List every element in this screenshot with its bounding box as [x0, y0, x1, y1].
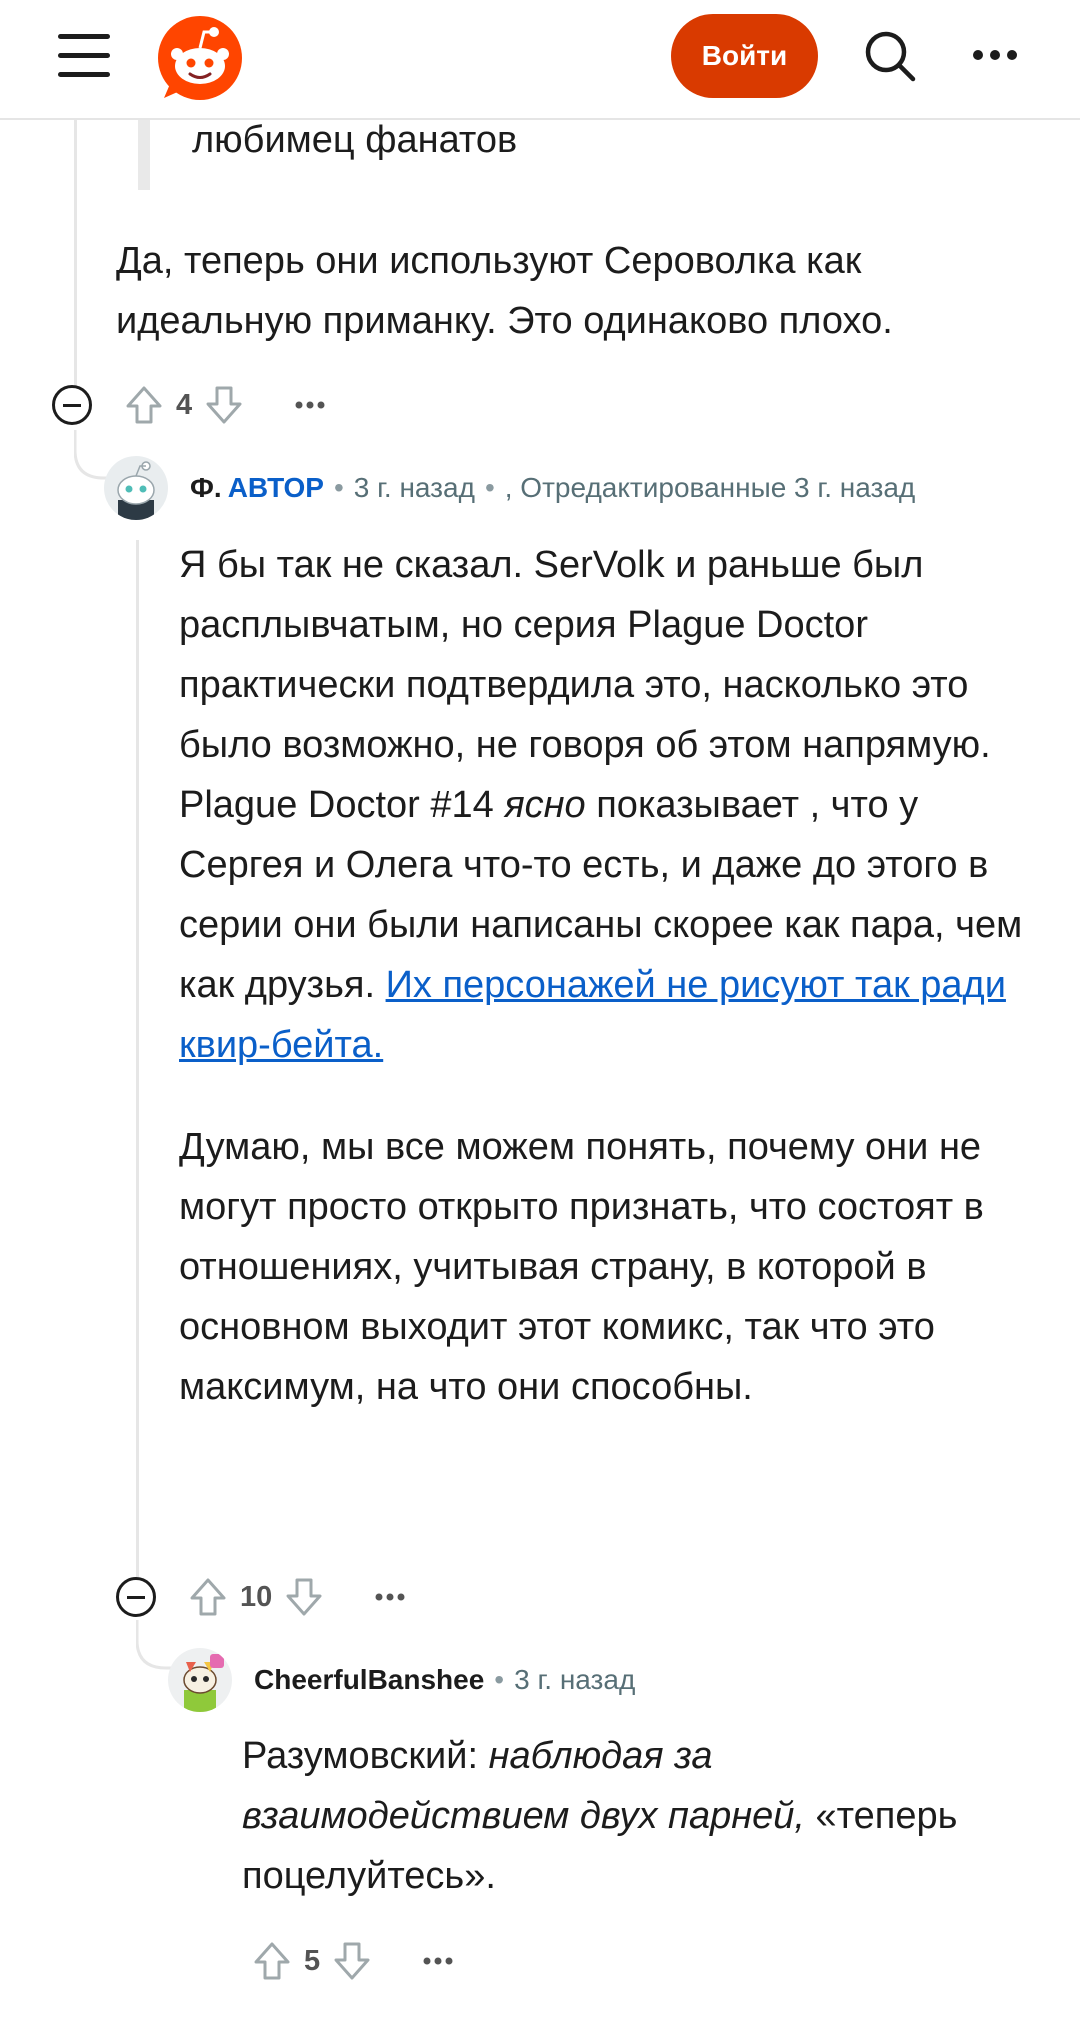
more-options-icon[interactable] — [290, 390, 330, 420]
search-icon[interactable] — [862, 28, 918, 84]
comment-time: 3 г. назад — [514, 1664, 636, 1695]
comment-author[interactable]: Ф. — [190, 472, 222, 504]
separator-dot: • — [333, 472, 344, 503]
collapse-thread-button[interactable] — [116, 1577, 156, 1617]
separator-dot: • — [494, 1664, 505, 1695]
italic-text: ясно — [504, 784, 586, 826]
more-options-icon[interactable] — [418, 1946, 458, 1976]
comment-author[interactable]: CheerfulBanshee — [254, 1664, 484, 1696]
avatar[interactable] — [168, 1648, 232, 1712]
vote-score: 10 — [240, 1580, 273, 1613]
comment-actions: 10 — [116, 1572, 410, 1622]
op-badge: АВТОР — [227, 472, 324, 503]
thread-line — [136, 540, 139, 1580]
top-bar: Войти — [0, 0, 1080, 120]
downvote-icon[interactable] — [330, 1939, 374, 1983]
comment-header: Ф. АВТОР • 3 г. назад • , Отредактирован… — [104, 456, 915, 520]
comment-actions: 5 — [250, 1936, 458, 1986]
comment-actions: 4 — [52, 380, 330, 430]
more-options-icon[interactable] — [370, 1582, 410, 1612]
comment-paragraph: Я бы так не сказал. SerVolk и раньше был… — [179, 535, 1039, 1075]
upvote-icon[interactable] — [186, 1575, 230, 1619]
separator-dot: • — [484, 472, 495, 503]
login-button[interactable]: Войти — [671, 14, 818, 98]
downvote-icon[interactable] — [282, 1575, 326, 1619]
menu-icon[interactable] — [58, 34, 110, 78]
vote-score: 4 — [176, 388, 193, 421]
comment-body: Разумовский: наблюдая за взаимодействием… — [242, 1726, 1042, 1906]
comment-paragraph: Разумовский: наблюдая за взаимодействием… — [242, 1726, 1042, 1906]
upvote-icon[interactable] — [122, 383, 166, 427]
blockquote-bar — [138, 112, 150, 190]
reddit-logo[interactable] — [156, 14, 244, 102]
comment-time: 3 г. назад — [353, 472, 475, 503]
vote-score: 5 — [304, 1944, 321, 1977]
comment-body: Да, теперь они используют Сероволка как … — [116, 240, 893, 342]
comment-body: Я бы так не сказал. SerVolk и раньше был… — [179, 535, 1039, 1417]
text-run: Разумовский: — [242, 1735, 489, 1777]
comment-header: CheerfulBanshee • 3 г. назад — [168, 1648, 635, 1712]
collapse-thread-button[interactable] — [52, 385, 92, 425]
thread-line — [74, 118, 77, 388]
downvote-icon[interactable] — [202, 383, 246, 427]
upvote-icon[interactable] — [250, 1939, 294, 1983]
comment-paragraph: Думаю, мы все можем понять, почему они н… — [179, 1126, 984, 1408]
avatar[interactable] — [104, 456, 168, 520]
more-icon[interactable] — [970, 40, 1020, 70]
edited-label: , Отредактированные 3 г. назад — [504, 472, 916, 503]
